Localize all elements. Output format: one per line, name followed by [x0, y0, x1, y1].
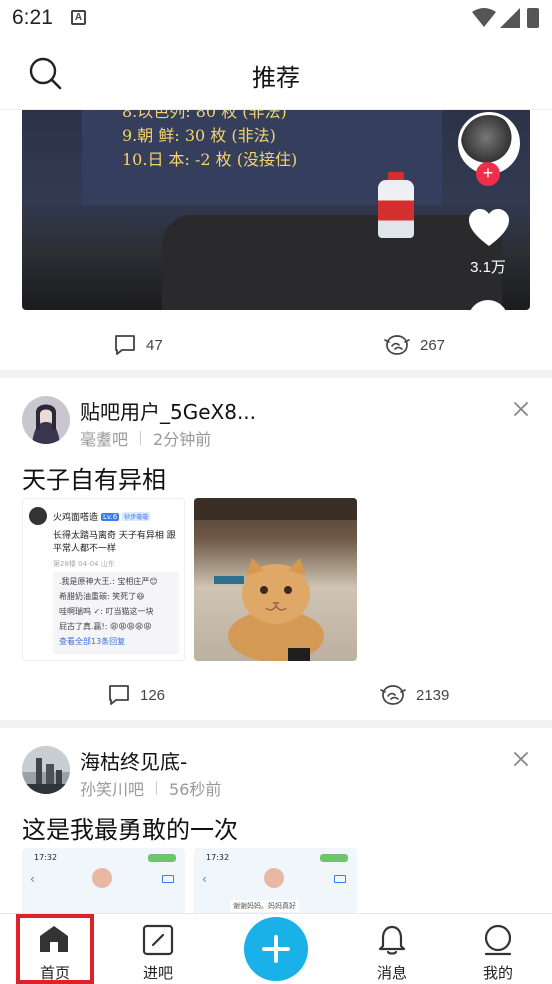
thumb-back-icon: ‹ [30, 872, 35, 886]
post-images: 17:32 ‹ 17:32 ‹ 谢谢妈妈。妈妈真好 [22, 848, 357, 913]
page-title: 推荐 [252, 64, 300, 92]
battery-icon [527, 8, 539, 28]
water-bottle [378, 180, 414, 238]
thumb-chat-text: 谢谢妈妈。妈妈真好 [230, 900, 299, 912]
thumb-floor: 第28楼 04-04 山东 [53, 560, 115, 568]
post-card[interactable]: 贴吧用户_5GeX8... 毫耋吧 2分钟前 天子自有异相 火鸡面嗒造 Lv.6… [0, 378, 552, 722]
share-count: 267 [420, 336, 446, 354]
share-button[interactable]: 2139 [380, 670, 449, 720]
like-count: 3.1万 [470, 259, 506, 276]
thumb-more-replies: 查看全部13条回复 [59, 637, 126, 646]
tab-enter-forum[interactable]: 进吧 [118, 914, 198, 984]
avatar[interactable] [22, 396, 70, 444]
cat-image [194, 498, 357, 661]
feed[interactable]: 8.以色列: 80 枚 (非法) 9.朝 鲜: 30 枚 (非法) 10.日 本… [0, 110, 552, 913]
thumb-reply: 屁古了真.赢!: 😩😩😩😩😩 [59, 622, 152, 631]
avatar[interactable] [22, 746, 70, 794]
thumb-chat-avatar [92, 868, 112, 888]
comment-button[interactable]: 47 [114, 320, 163, 370]
post-time: 56秒前 [169, 780, 222, 799]
post-meta: 孙笑川吧 56秒前 [80, 776, 221, 800]
username[interactable]: 海枯终见底- [80, 746, 187, 775]
post-content[interactable]: 天子自有异相 [22, 460, 166, 495]
thumb-time: 17:32 [34, 853, 58, 862]
screen-line: 9.朝 鲜: 30 枚 (非法) [122, 126, 276, 145]
thumb-back-icon: ‹ [202, 872, 207, 886]
thumb-user: 火鸡面嗒造 [53, 513, 99, 523]
meta-separator [156, 781, 158, 795]
tab-label: 首页 [39, 964, 70, 982]
divider [0, 370, 552, 378]
avatar-image [22, 746, 70, 794]
share-icon [380, 685, 406, 705]
tab-home[interactable]: 首页 [16, 914, 94, 984]
post-card[interactable]: 海枯终见底- 孙笑川吧 56秒前 这是我最勇敢的一次 17:32 ‹ 17:32… [0, 728, 552, 913]
follow-plus-icon[interactable]: + [476, 162, 500, 186]
share-count: 2139 [416, 686, 450, 704]
post-actions: 47 267 [0, 320, 552, 370]
comment-button[interactable]: 126 [108, 670, 165, 720]
video-desk [162, 215, 502, 310]
forum-name[interactable]: 毫耋吧 [80, 426, 128, 450]
tab-label: 我的 [482, 964, 513, 982]
chat-screenshot-thumbnail[interactable]: 17:32 ‹ 谢谢妈妈。妈妈真好 [194, 848, 357, 913]
screen-line: 10.日 本: -2 枚 (没接住) [122, 150, 298, 169]
video-thumbnail[interactable]: 8.以色列: 80 枚 (非法) 9.朝 鲜: 30 枚 (非法) 10.日 本… [22, 110, 530, 310]
home-icon [40, 926, 68, 952]
comment-count: 126 [140, 686, 166, 704]
tab-profile[interactable]: 我的 [458, 914, 538, 984]
thumb-user-row: 火鸡面嗒造 Lv.6 砂步毫毫 [53, 510, 151, 523]
post-actions: 126 2139 [0, 670, 552, 720]
thumb-time: 17:32 [206, 853, 230, 862]
status-bar: 6:21 A [0, 0, 552, 38]
signal-icon [500, 8, 520, 28]
post-plus-button[interactable] [244, 917, 308, 981]
avatar-image [22, 396, 70, 444]
heart-icon[interactable] [468, 208, 510, 248]
comment-count: 47 [146, 336, 163, 354]
thumb-avatar [29, 507, 47, 525]
bottom-tab-bar: 首页 进吧 消息 我的 [0, 913, 552, 984]
tab-label: 进吧 [142, 964, 173, 982]
close-icon[interactable] [512, 750, 530, 768]
post-time: 2分钟前 [153, 430, 212, 449]
wifi-icon [472, 8, 496, 27]
thumb-video-icon [334, 875, 346, 883]
meta-separator [140, 431, 142, 445]
profile-icon [484, 924, 512, 956]
thumb-reply: 哇啊瑞呜 ✓: 叮当猫这一块 [59, 607, 154, 616]
thumb-battery [320, 854, 348, 862]
screenshot-thumbnail[interactable]: 火鸡面嗒造 Lv.6 砂步毫毫 长得太踏马离奇 天子有异相 跟平常人都不一样 第… [22, 498, 185, 661]
bell-icon [378, 925, 406, 955]
status-time: 6:21 [12, 6, 53, 29]
thumb-reply: 希腊奶油重碳: 笑死了😆 [59, 592, 145, 601]
thumb-chat-avatar [264, 868, 284, 888]
enter-forum-icon [142, 924, 174, 956]
comment-icon [109, 685, 129, 705]
thumb-replies: .我是原神大王.: 宝相庄严😊 希腊奶油重碳: 笑死了😆 哇啊瑞呜 ✓: 叮当猫… [53, 572, 179, 654]
cat-photo-thumbnail[interactable] [194, 498, 357, 661]
thumb-reply: .我是原神大王.: 宝相庄严😊 [59, 577, 158, 586]
thumb-video-icon [162, 875, 174, 883]
comment-icon [115, 335, 135, 355]
screen-line: 8.以色列: 80 枚 (非法) [122, 110, 287, 121]
tab-messages[interactable]: 消息 [352, 914, 432, 984]
chat-screenshot-thumbnail[interactable]: 17:32 ‹ [22, 848, 185, 913]
forum-name[interactable]: 孙笑川吧 [80, 776, 144, 800]
top-bar: 推荐 [0, 38, 552, 110]
thumb-title: 长得太踏马离奇 天子有异相 跟平常人都不一样 [53, 531, 176, 554]
divider [0, 720, 552, 728]
post-content[interactable]: 这是我最勇敢的一次 [22, 810, 238, 845]
close-icon[interactable] [512, 400, 530, 418]
notification-a-icon: A [71, 10, 86, 25]
thumb-level: Lv.6 [101, 512, 120, 521]
post-meta: 毫耋吧 2分钟前 [80, 426, 211, 450]
thumb-battery [148, 854, 176, 862]
post-images: 火鸡面嗒造 Lv.6 砂步毫毫 长得太踏马离奇 天子有异相 跟平常人都不一样 第… [22, 498, 357, 661]
thumb-badge: 砂步毫毫 [122, 512, 151, 521]
username[interactable]: 贴吧用户_5GeX8... [80, 396, 256, 425]
tab-label: 消息 [376, 964, 407, 982]
share-icon [384, 335, 410, 355]
share-button[interactable]: 267 [384, 320, 445, 370]
